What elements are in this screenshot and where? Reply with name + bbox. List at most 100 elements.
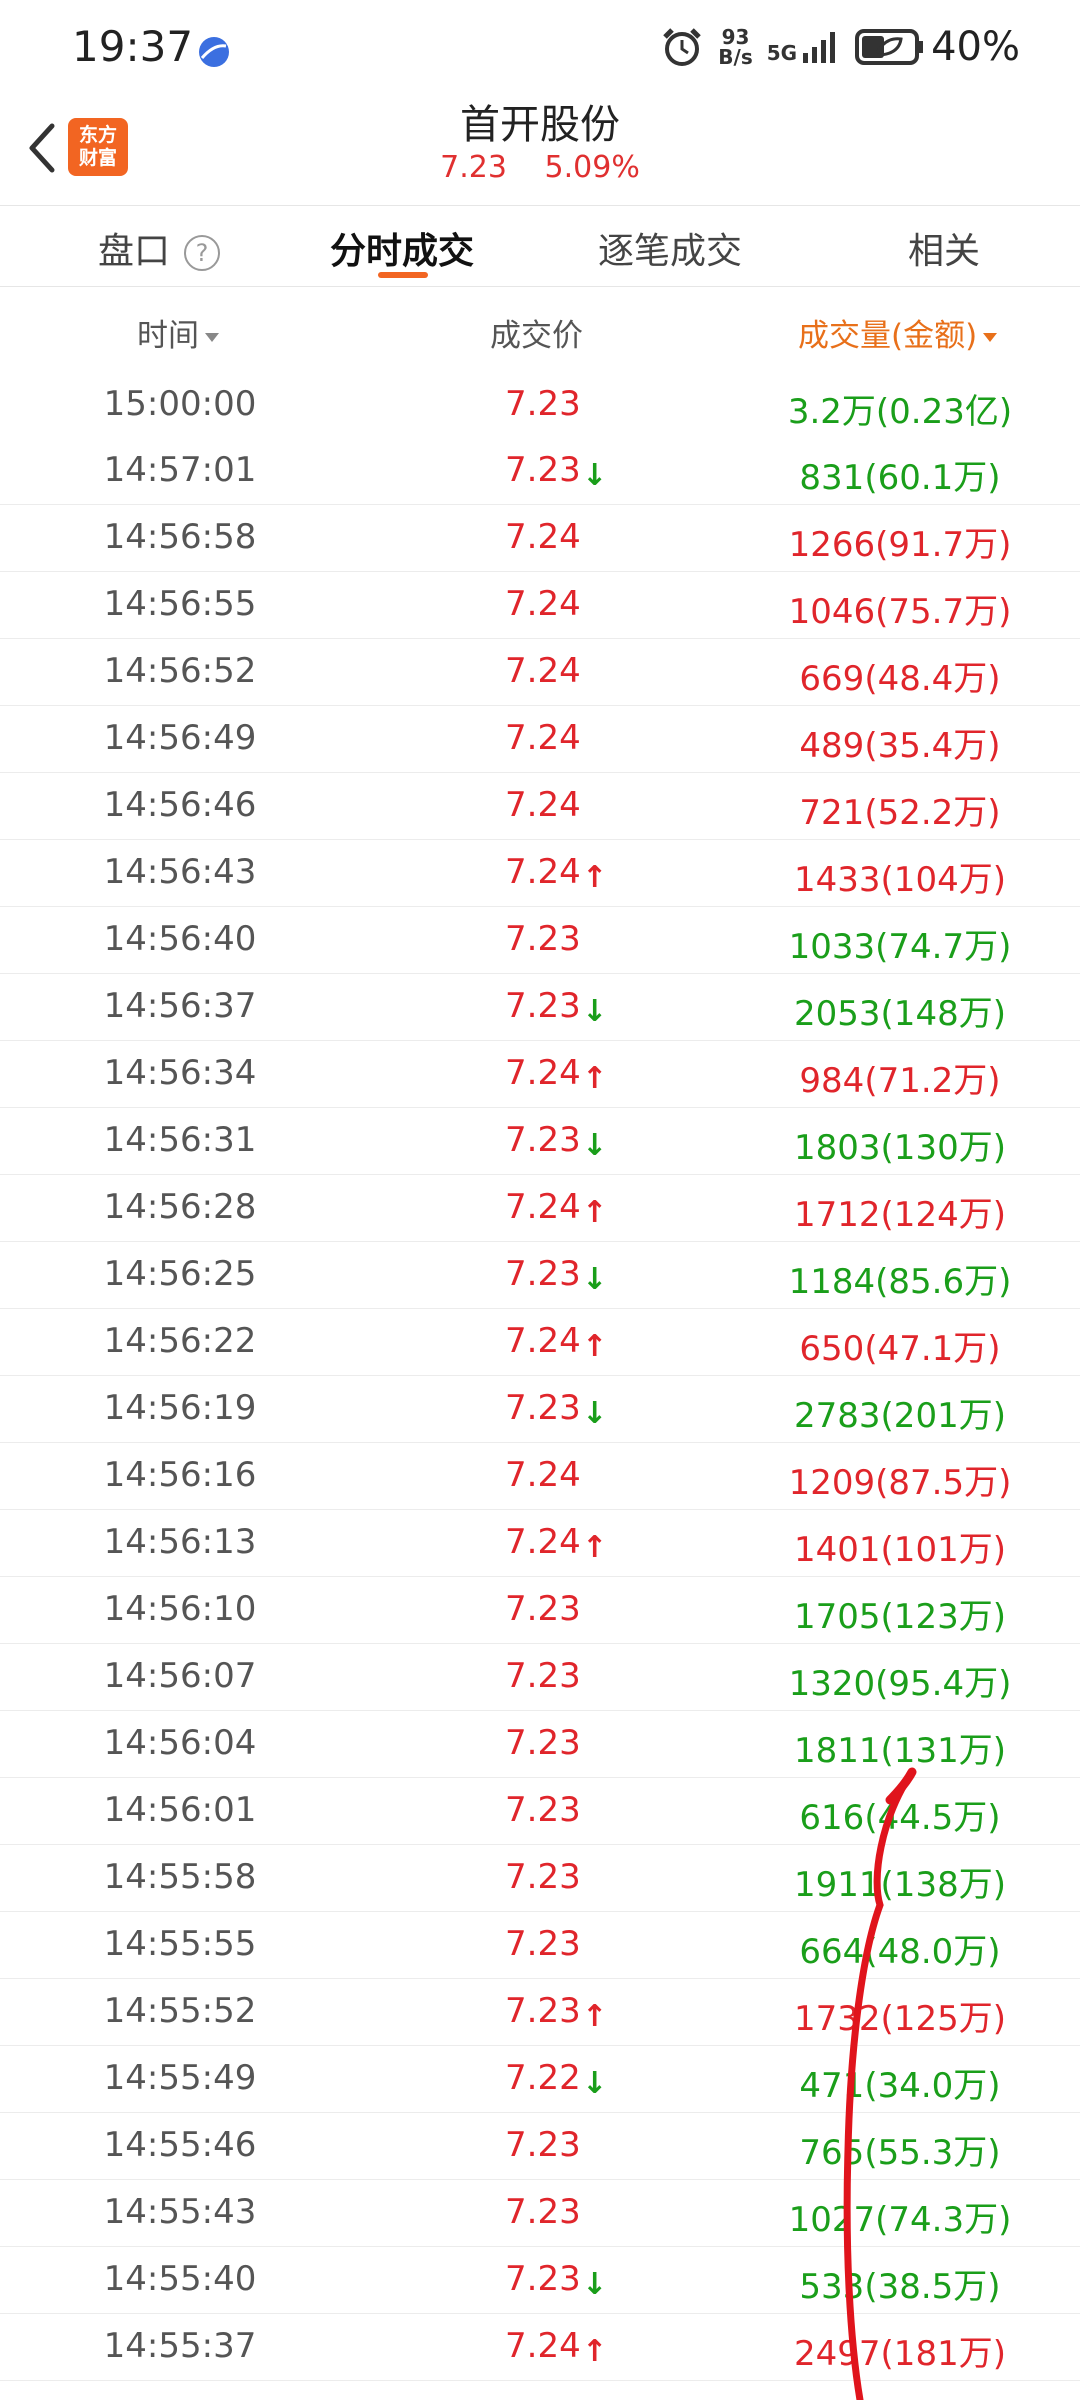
trade-time: 14:56:07 [103, 1656, 257, 1696]
trade-time: 14:55:40 [103, 2259, 257, 2299]
tab-intraday[interactable]: 分时成交 [330, 222, 474, 274]
trade-volume: 533(38.5万) [799, 2267, 1001, 2307]
trade-row: 14:55:37 7.24 ↑ 2497(181万) [0, 2314, 1080, 2381]
trade-row: 14:55:52 7.23 ↑ 1732(125万) [0, 1979, 1080, 2046]
trade-time: 14:56:34 [103, 1053, 257, 1093]
trade-volume: 1803(130万) [794, 1128, 1006, 1168]
trade-time: 14:56:55 [103, 584, 257, 624]
trade-row: 14:56:19 7.23 ↓ 2783(201万) [0, 1376, 1080, 1443]
trade-price: 7.24 [505, 852, 581, 892]
help-icon[interactable]: ? [184, 235, 221, 271]
trade-row: 14:56:55 7.24 1046(75.7万) [0, 572, 1080, 639]
trade-volume: 984(71.2万) [799, 1061, 1001, 1101]
tab-tick[interactable]: 逐笔成交 [598, 222, 742, 274]
trade-volume: 1033(74.7万) [788, 927, 1012, 967]
trade-volume: 1811(131万) [794, 1731, 1006, 1771]
header-divider [0, 205, 1080, 206]
trade-price: 7.23 [505, 1924, 581, 1964]
trade-volume: 1266(91.7万) [788, 525, 1012, 565]
trade-time: 14:55:55 [103, 1924, 257, 1964]
trade-price: 7.24 [505, 651, 581, 691]
trade-time: 15:00:00 [103, 384, 257, 424]
arrow-down-icon: ↓ [582, 994, 608, 1029]
trade-volume: 831(60.1万) [799, 458, 1001, 498]
trade-volume: 2497(181万) [794, 2334, 1006, 2374]
trade-volume: 664(48.0万) [799, 1932, 1001, 1972]
trade-row: 14:56:16 7.24 1209(87.5万) [0, 1443, 1080, 1510]
trade-volume: 1027(74.3万) [788, 2200, 1012, 2240]
trade-row: 14:56:22 7.24 ↑ 650(47.1万) [0, 1309, 1080, 1376]
trade-row: 14:55:40 7.23 ↓ 533(38.5万) [0, 2247, 1080, 2314]
trade-volume: 1046(75.7万) [788, 592, 1012, 632]
trade-price: 7.23 [505, 919, 581, 959]
trade-price: 7.24 [505, 1522, 581, 1562]
col-time-header[interactable]: 时间 [137, 310, 219, 355]
col-time-label: 时间 [137, 318, 199, 354]
trade-price: 7.23 [505, 2259, 581, 2299]
trade-volume: 765(55.3万) [799, 2133, 1001, 2173]
trade-row: 14:56:10 7.23 1705(123万) [0, 1577, 1080, 1644]
network-speed: 93 B/s [718, 27, 752, 67]
trade-volume: 2783(201万) [794, 1396, 1006, 1436]
trade-price: 7.24 [505, 1187, 581, 1227]
trade-price: 7.23 [505, 1120, 581, 1160]
trade-price: 7.24 [505, 1455, 581, 1495]
trade-time: 14:56:46 [103, 785, 257, 825]
net-speed-unit: B/s [718, 45, 753, 69]
trade-volume: 1184(85.6万) [788, 1262, 1012, 1302]
trade-volume: 471(34.0万) [799, 2066, 1001, 2106]
battery-icon [855, 29, 924, 65]
trade-time: 14:55:49 [103, 2058, 257, 2098]
signal-icon [803, 32, 836, 63]
trade-price: 7.23 [505, 1790, 581, 1830]
trade-time: 14:56:52 [103, 651, 257, 691]
trade-row: 14:56:13 7.24 ↑ 1401(101万) [0, 1510, 1080, 1577]
tab-related[interactable]: 相关 [908, 222, 980, 274]
trade-price: 7.23 [505, 1388, 581, 1428]
trade-price: 7.24 [505, 718, 581, 758]
trade-price: 7.23 [505, 1589, 581, 1629]
trade-price: 7.24 [505, 584, 581, 624]
trade-volume: 3.2万(0.23亿) [787, 392, 1013, 432]
status-bar: 19:37 93 B/s 5G 40% [0, 0, 1080, 100]
arrow-up-icon: ↑ [582, 1329, 608, 1364]
trade-list[interactable]: 15:00:00 7.23 3.2万(0.23亿) 14:57:01 7.23 ↓ 831(… [0, 372, 1080, 2381]
sort-caret-icon [205, 333, 219, 342]
trade-time: 14:56:40 [103, 919, 257, 959]
trade-time: 14:56:22 [103, 1321, 257, 1361]
stock-name: 首开股份 [460, 102, 620, 148]
trade-volume: 1320(95.4万) [788, 1664, 1012, 1704]
trade-row: 14:56:34 7.24 ↑ 984(71.2万) [0, 1041, 1080, 1108]
trade-volume: 721(52.2万) [799, 793, 1001, 833]
trade-price: 7.23 [505, 1723, 581, 1763]
trade-time: 14:56:13 [103, 1522, 257, 1562]
trade-volume: 1433(104万) [794, 860, 1006, 900]
trade-time: 14:56:31 [103, 1120, 257, 1160]
trade-time: 14:56:28 [103, 1187, 257, 1227]
trade-volume: 616(44.5万) [799, 1798, 1001, 1838]
trade-volume: 1732(125万) [794, 1999, 1006, 2039]
trade-time: 14:55:37 [103, 2326, 257, 2366]
signal-indicator: 5G [767, 29, 841, 65]
trade-row: 14:55:58 7.23 1911(138万) [0, 1845, 1080, 1912]
trade-row: 14:57:01 7.23 ↓ 831(60.1万) [0, 438, 1080, 505]
app-notification-icon [199, 37, 229, 67]
tab-panko[interactable]: 盘口? [98, 222, 221, 274]
arrow-down-icon: ↓ [582, 458, 608, 493]
trade-price: 7.23 [505, 1254, 581, 1294]
trade-time: 14:56:37 [103, 986, 257, 1026]
arrow-up-icon: ↑ [582, 2334, 608, 2369]
trade-time: 14:56:04 [103, 1723, 257, 1763]
trade-time: 14:56:49 [103, 718, 257, 758]
trade-row: 14:56:43 7.24 ↑ 1433(104万) [0, 840, 1080, 907]
trade-time: 14:55:58 [103, 1857, 257, 1897]
trade-row: 14:56:46 7.24 721(52.2万) [0, 773, 1080, 840]
trade-time: 14:56:19 [103, 1388, 257, 1428]
trade-time: 14:56:10 [103, 1589, 257, 1629]
trade-row: 15:00:00 7.23 3.2万(0.23亿) [0, 372, 1080, 438]
col-volume-header[interactable]: 成交量(金额) [798, 310, 998, 355]
trade-row: 14:55:49 7.22 ↓ 471(34.0万) [0, 2046, 1080, 2113]
arrow-down-icon: ↓ [582, 2267, 608, 2302]
trade-time: 14:55:46 [103, 2125, 257, 2165]
arrow-up-icon: ↑ [582, 860, 608, 895]
